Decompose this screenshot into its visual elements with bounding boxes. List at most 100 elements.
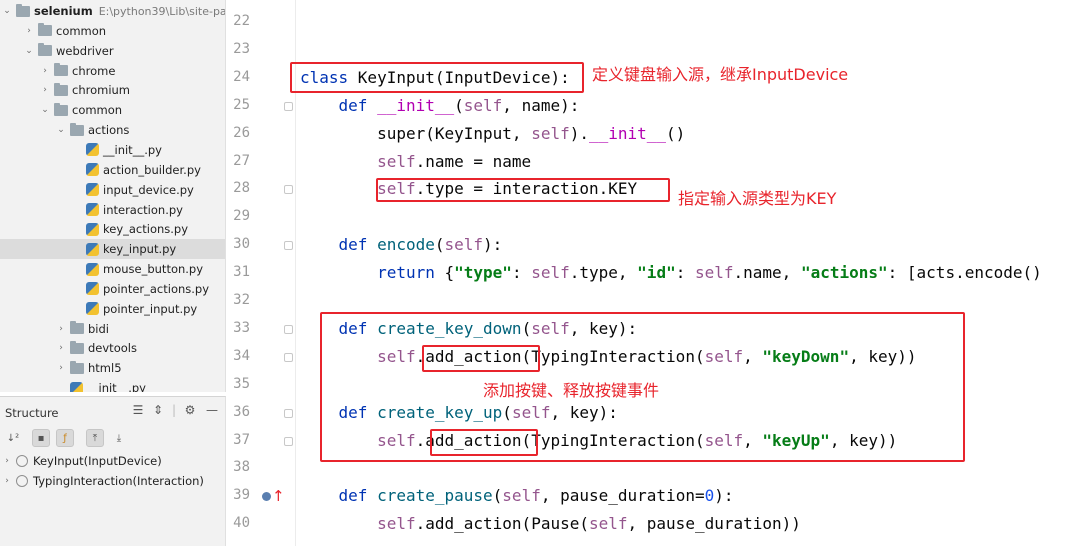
code-token: __init__	[588, 123, 667, 143]
chevron-right-icon[interactable]: ›	[54, 361, 68, 375]
tree-file[interactable]: mouse_button.py	[0, 259, 225, 279]
code-token: , pause_duration=	[540, 486, 705, 506]
override-marker[interactable]: ↑	[262, 489, 285, 504]
tree-file[interactable]: pointer_input.py	[0, 299, 225, 319]
tree-item-label: selenium	[34, 4, 93, 18]
folder-icon	[70, 321, 84, 335]
chevron-right-icon[interactable]: ›	[0, 454, 14, 468]
chevron-right-icon[interactable]: ›	[38, 83, 52, 97]
line-number: 22	[233, 13, 250, 29]
code-line: super(KeyInput, self).__init__()	[300, 120, 685, 148]
tree-folder[interactable]: › bidi	[0, 319, 225, 339]
tree-file[interactable]: action_builder.py	[0, 160, 225, 180]
code-token: ()	[666, 123, 686, 143]
chevron-down-icon[interactable]: ⌄	[54, 123, 68, 137]
line-number: 30	[233, 236, 250, 253]
code-token: .type,	[569, 263, 638, 283]
chevron-right-icon[interactable]: ›	[0, 474, 14, 488]
collapse-icon[interactable]: ⤓	[110, 429, 128, 447]
line-number: 37	[233, 431, 250, 448]
tree-file[interactable]: interaction.py	[0, 200, 225, 220]
code-token: self	[694, 263, 734, 283]
python-file-icon	[86, 242, 99, 256]
chevron-down-icon[interactable]: ⌄	[38, 103, 52, 117]
code-token: self	[502, 486, 541, 506]
line-number: 26	[233, 124, 250, 141]
minimize-icon[interactable]: —	[204, 402, 220, 418]
project-tree-panel[interactable]: ⌄ selenium E:\python39\Lib\site-pa › common ⌄…	[0, 0, 226, 392]
structure-title: Structure	[5, 406, 59, 420]
tree-item-label: mouse_button.py	[103, 262, 204, 277]
folder-icon	[38, 43, 52, 57]
tree-file[interactable]: key_actions.py	[0, 219, 225, 239]
chevron-right-icon[interactable]: ›	[54, 341, 68, 355]
tree-folder[interactable]: › chrome	[0, 61, 225, 81]
tree-folder[interactable]: ⌄ selenium E:\python39\Lib\site-pa	[0, 1, 225, 21]
sort-alpha-icon[interactable]: ↓²	[4, 429, 22, 447]
collapse-all-icon[interactable]: ⇕	[150, 402, 166, 418]
fold-marker-icon[interactable]	[284, 352, 293, 362]
fold-marker-icon[interactable]	[284, 101, 293, 111]
code-token: create_pause	[377, 486, 493, 506]
python-file-icon	[86, 183, 99, 197]
fold-marker-icon[interactable]	[284, 408, 293, 418]
tree-item-label: actions	[88, 123, 130, 138]
line-number: 39	[233, 487, 250, 504]
tree-folder[interactable]: ⌄ webdriver	[0, 41, 225, 61]
folder-icon	[54, 102, 68, 116]
tree-file[interactable]: input_device.py	[0, 180, 225, 200]
fold-marker-icon[interactable]	[284, 185, 293, 195]
tree-folder[interactable]: › devtools	[0, 338, 225, 358]
fold-marker-icon[interactable]	[284, 436, 293, 446]
code-token: :	[675, 263, 695, 283]
code-token: def	[338, 235, 378, 255]
chevron-right-icon[interactable]: ›	[54, 322, 68, 336]
tree-folder[interactable]: › chromium	[0, 80, 225, 100]
folder-icon	[54, 63, 68, 77]
annotation-box-class	[290, 62, 584, 93]
structure-item[interactable]: › TypingInteraction(Interaction)	[0, 471, 226, 491]
structure-item-label: KeyInput(InputDevice)	[33, 454, 162, 468]
tree-folder[interactable]: ⌄ actions	[0, 120, 225, 140]
code-token: , pause_duration))	[627, 514, 801, 534]
chevron-right-icon[interactable]: ›	[22, 24, 36, 38]
fold-marker-icon[interactable]	[284, 324, 293, 334]
tree-file[interactable]: __init__.py	[0, 378, 225, 392]
show-inherited-icon[interactable]: ƒ	[56, 429, 74, 447]
align-center-icon[interactable]: ☰	[130, 402, 146, 418]
chevron-right-icon[interactable]: ›	[38, 64, 52, 78]
fold-marker-icon[interactable]	[284, 241, 293, 251]
line-number: 32	[233, 292, 250, 308]
tree-item-label: chrome	[72, 63, 116, 78]
tree-file[interactable]: pointer_actions.py	[0, 279, 225, 299]
tree-folder[interactable]: › html5	[0, 358, 225, 378]
tree-item-label: __init__.py	[103, 142, 162, 157]
gear-icon[interactable]: ⚙	[182, 402, 198, 418]
arrow-up-icon: ↑	[272, 487, 285, 505]
chevron-down-icon[interactable]: ⌄	[22, 44, 36, 58]
tree-item-label: pointer_input.py	[103, 301, 198, 316]
tree-item-label: devtools	[88, 341, 137, 356]
tree-folder[interactable]: ⌄ common	[0, 100, 225, 120]
chevron-down-icon[interactable]: ⌄	[0, 4, 14, 18]
expand-all-icon[interactable]: ⤒	[86, 429, 104, 447]
structure-item[interactable]: › KeyInput(InputDevice)	[0, 451, 226, 471]
show-fields-icon[interactable]: ▪	[32, 429, 50, 447]
tree-item-label: bidi	[88, 321, 109, 336]
annotation-type-note: 指定输入源类型为KEY	[678, 189, 837, 208]
tree-folder[interactable]: › common	[0, 21, 225, 41]
tree-item-label: action_builder.py	[103, 162, 201, 177]
tree-file[interactable]: __init__.py	[0, 140, 225, 160]
python-file-icon	[86, 302, 99, 316]
folder-icon	[70, 340, 84, 354]
tree-file[interactable]: key_input.py	[0, 239, 225, 260]
code-line: def create_pause(self, pause_duration=0)…	[300, 482, 734, 510]
line-number: 29	[233, 208, 250, 225]
folder-icon	[38, 23, 52, 37]
code-token: def	[338, 486, 378, 506]
